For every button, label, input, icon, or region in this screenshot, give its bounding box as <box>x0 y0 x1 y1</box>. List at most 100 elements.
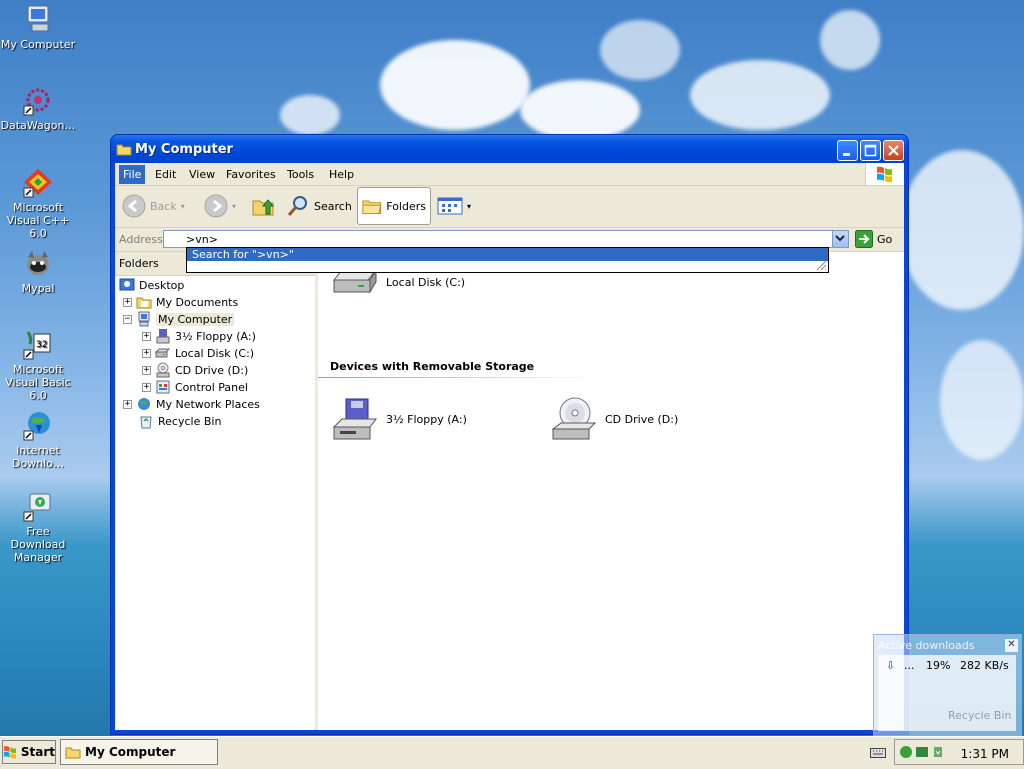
visual-basic-icon: 32 <box>23 331 51 360</box>
address-autocomplete: Search for ">vn>" <box>186 247 829 273</box>
desktop-icon-label: Free Download Manager <box>10 525 66 564</box>
collapse-toggle[interactable]: − <box>123 314 132 324</box>
tree-item-floppy[interactable]: + 3½ Floppy (A:) <box>142 328 256 344</box>
tree-item-my-computer[interactable]: − My Computer <box>123 311 235 327</box>
address-input[interactable]: >vn> <box>163 230 849 248</box>
forward-button[interactable]: ▾ <box>204 191 236 221</box>
menu-file[interactable]: File <box>119 165 146 184</box>
forward-arrow-icon <box>204 194 228 218</box>
mypal-icon <box>27 251 49 275</box>
search-icon <box>287 196 307 216</box>
svg-text:32: 32 <box>36 340 47 350</box>
autocomplete-item-search[interactable]: Search for ">vn>" <box>187 248 828 261</box>
menu-help[interactable]: Help <box>325 167 358 182</box>
desktop-icon-visual-basic[interactable]: 32 Microsoft Visual Basic 6.0 <box>0 328 76 402</box>
start-button[interactable]: Start <box>2 740 56 764</box>
chevron-down-icon[interactable]: ▾ <box>232 202 236 211</box>
cd-drive-icon <box>551 397 597 440</box>
tree-item-recycle-bin[interactable]: Recycle Bin <box>138 413 221 429</box>
fdm-icon <box>23 493 51 522</box>
download-tray-icon[interactable] <box>931 745 945 759</box>
minimize-icon <box>843 153 850 156</box>
expand-toggle[interactable]: + <box>123 399 132 409</box>
maximize-button[interactable] <box>860 140 881 161</box>
search-button[interactable]: Search <box>286 191 352 221</box>
desktop-icon-label: Microsoft Visual Basic 6.0 <box>5 363 71 402</box>
download-percent: 19% <box>926 659 951 672</box>
resize-grip-icon[interactable] <box>815 259 827 271</box>
desktop-icon-label: Microsoft Visual C++ 6.0 <box>6 201 70 240</box>
tree-item-label: CD Drive (D:) <box>175 363 249 377</box>
content-pane: Local Disk (C:) Devices with Removable S… <box>318 252 904 730</box>
window-title: My Computer <box>135 142 233 157</box>
chevron-down-icon[interactable]: ▾ <box>467 202 471 211</box>
go-label: Go <box>877 232 893 246</box>
close-button[interactable] <box>883 140 904 161</box>
drive-cd-d[interactable]: CD Drive (D:) <box>551 395 678 443</box>
tree-item-local-disk[interactable]: + Local Disk (C:) <box>142 345 254 361</box>
up-folder-button[interactable] <box>251 191 275 221</box>
network-places-icon <box>138 398 150 410</box>
my-documents-icon <box>136 297 152 309</box>
tree-item-network-places[interactable]: + My Network Places <box>123 396 260 412</box>
tree-item-label: Recycle Bin <box>158 414 222 428</box>
menu-edit[interactable]: Edit <box>151 167 180 182</box>
back-button[interactable]: Back ▾ <box>122 191 185 221</box>
clock[interactable]: 1:31 PM <box>961 747 1009 761</box>
drive-label: CD Drive (D:) <box>605 412 679 426</box>
fdm-tray-icon[interactable] <box>915 745 929 759</box>
standard-toolbar: Back ▾ ▾ Search Folders ▾ <box>115 186 904 228</box>
chevron-down-icon[interactable]: ▾ <box>181 202 185 211</box>
expand-toggle[interactable]: + <box>142 382 151 392</box>
faded-recycle-bin-label: Recycle Bin <box>948 709 1012 722</box>
folders-label: Folders <box>386 199 426 213</box>
menu-favorites[interactable]: Favorites <box>222 167 280 182</box>
drive-label: 3½ Floppy (A:) <box>386 412 467 426</box>
close-icon[interactable]: ✕ <box>1005 639 1018 652</box>
keyboard-icon[interactable] <box>870 747 886 759</box>
tree-item-control-panel[interactable]: + Control Panel <box>142 379 248 395</box>
minimize-button[interactable] <box>837 140 858 161</box>
desktop-icon-visual-cpp[interactable]: Microsoft Visual C++ 6.0 <box>0 166 76 240</box>
desktop-icon-label: Internet Downlo… <box>12 444 64 470</box>
tree-item-label: Control Panel <box>175 380 248 394</box>
desktop-icon-datawagon[interactable]: DataWagon… <box>0 84 76 132</box>
floppy-drive-icon <box>332 398 377 440</box>
tree-item-cd-drive[interactable]: + CD Drive (D:) <box>142 362 248 378</box>
drive-floppy-a[interactable]: 3½ Floppy (A:) <box>332 395 467 443</box>
cd-drive-icon <box>156 362 170 378</box>
folders-button[interactable]: Folders <box>357 187 431 225</box>
expand-toggle[interactable]: + <box>123 297 132 307</box>
downloads-popup-title: Active downloads <box>878 639 975 652</box>
menu-view[interactable]: View <box>185 167 219 182</box>
expand-toggle[interactable]: + <box>142 331 151 341</box>
menu-tools[interactable]: Tools <box>283 167 318 182</box>
desktop-icon-internet-download[interactable]: Internet Downlo… <box>0 409 76 470</box>
desktop-icon-fdm[interactable]: Free Download Manager <box>0 490 76 564</box>
my-computer-window: My Computer File Edit View Favorites Too… <box>111 135 908 734</box>
drive-label: Local Disk (C:) <box>386 275 466 289</box>
removable-storage-header: Devices with Removable Storage <box>330 360 535 373</box>
tree-item-my-documents[interactable]: + My Documents <box>123 294 238 310</box>
desktop-icon-my-computer[interactable]: My Computer <box>0 3 76 51</box>
tree-item-desktop[interactable]: Desktop <box>119 277 184 293</box>
active-downloads-popup: Active downloads ✕ ⇩ ... 19% 282 KB/s Re… <box>873 634 1022 736</box>
windows-logo-icon <box>865 163 904 185</box>
address-dropdown-button[interactable] <box>832 231 848 247</box>
desktop-icon <box>119 278 135 291</box>
start-label: Start <box>20 745 55 759</box>
title-bar[interactable]: My Computer <box>111 135 908 163</box>
chevron-down-icon <box>835 235 845 242</box>
network-tray-icon[interactable] <box>899 745 913 759</box>
expand-toggle[interactable]: + <box>142 365 151 375</box>
address-input-value: >vn> <box>186 233 218 246</box>
desktop-icon-mypal[interactable]: Mypal <box>0 247 76 295</box>
go-button[interactable]: Go <box>855 230 892 248</box>
taskbar-button-my-computer[interactable]: My Computer <box>60 739 218 765</box>
folders-icon <box>362 200 382 215</box>
desktop-icon-label: DataWagon… <box>0 119 76 132</box>
expand-toggle[interactable]: + <box>142 348 151 358</box>
views-button[interactable]: ▾ <box>437 191 471 221</box>
recycle-bin-icon <box>140 416 152 429</box>
maximize-icon <box>864 144 877 157</box>
